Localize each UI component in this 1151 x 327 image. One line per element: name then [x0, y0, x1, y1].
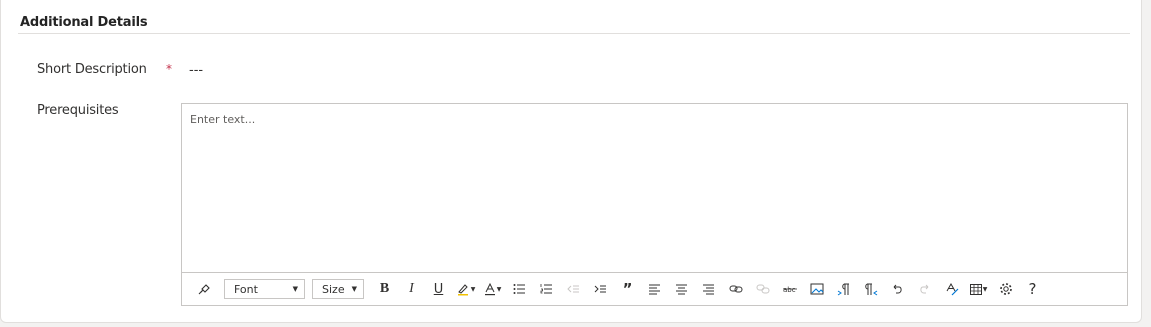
- short-description-label: Short Description: [37, 62, 147, 77]
- bold-button[interactable]: B: [371, 278, 398, 300]
- redo-button[interactable]: [911, 278, 938, 300]
- ltr-icon: [837, 283, 851, 296]
- editor-placeholder: Enter text...: [190, 113, 256, 126]
- align-center-icon: [675, 283, 688, 295]
- align-right-icon: [702, 283, 715, 295]
- unlink-button[interactable]: [749, 278, 776, 300]
- strikethrough-icon: abc: [782, 284, 797, 294]
- additional-details-card: Additional Details Short Description * -…: [0, 0, 1142, 323]
- undo-button[interactable]: [884, 278, 911, 300]
- size-select-label: Size: [322, 282, 345, 296]
- align-center-button[interactable]: [668, 278, 695, 300]
- editor-toolbar: Font ▼ Size ▼ B I U ▼ ▼ ” abc ▼ ?: [182, 272, 1127, 306]
- help-button[interactable]: ?: [1019, 278, 1046, 300]
- chevron-down-icon: ▼: [982, 285, 988, 293]
- align-left-button[interactable]: [641, 278, 668, 300]
- size-select[interactable]: Size ▼: [312, 279, 364, 299]
- clear-format-icon: [945, 282, 959, 296]
- table-icon: [969, 283, 982, 295]
- prerequisites-editor: Enter text... Font ▼ Size ▼ B I U ▼ ▼ ” …: [181, 103, 1128, 306]
- link-icon: [729, 283, 743, 295]
- bulleted-list-icon: [513, 283, 526, 295]
- format-painter-icon: [197, 282, 211, 296]
- redo-icon: [918, 283, 931, 296]
- rtl-button[interactable]: [857, 278, 884, 300]
- section-title: Additional Details: [20, 15, 148, 30]
- prerequisites-text-area[interactable]: Enter text...: [182, 104, 1127, 273]
- numbered-list-icon: [540, 283, 553, 295]
- clear-format-button[interactable]: [938, 278, 965, 300]
- quote-button[interactable]: ”: [614, 278, 641, 300]
- align-left-icon: [648, 283, 661, 295]
- settings-icon: [999, 282, 1013, 296]
- undo-icon: [891, 283, 904, 296]
- rtl-icon: [864, 283, 878, 296]
- align-right-button[interactable]: [695, 278, 722, 300]
- chevron-down-icon: ▼: [292, 285, 298, 293]
- image-icon: [810, 283, 824, 295]
- required-marker: *: [166, 62, 172, 76]
- bulleted-list-button[interactable]: [506, 278, 533, 300]
- section-divider: [18, 33, 1130, 34]
- insert-table-button[interactable]: ▼: [965, 278, 992, 300]
- increase-indent-button[interactable]: [587, 278, 614, 300]
- ltr-button[interactable]: [830, 278, 857, 300]
- decrease-indent-button[interactable]: [560, 278, 587, 300]
- unlink-icon: [756, 283, 770, 295]
- italic-button[interactable]: I: [398, 278, 425, 300]
- strikethrough-button[interactable]: abc: [776, 278, 803, 300]
- font-color-icon: [484, 282, 496, 296]
- font-select[interactable]: Font ▼: [224, 279, 305, 299]
- svg-text:abc: abc: [783, 286, 796, 294]
- decrease-indent-icon: [567, 283, 580, 295]
- underline-button[interactable]: U: [425, 278, 452, 300]
- chevron-down-icon: ▼: [470, 285, 476, 293]
- prerequisites-label: Prerequisites: [37, 103, 119, 118]
- chevron-down-icon: ▼: [351, 285, 357, 293]
- highlight-button[interactable]: ▼: [452, 278, 479, 300]
- chevron-down-icon: ▼: [496, 285, 502, 293]
- insert-image-button[interactable]: [803, 278, 830, 300]
- link-button[interactable]: [722, 278, 749, 300]
- font-select-label: Font: [234, 282, 258, 296]
- format-painter-button[interactable]: [190, 278, 217, 300]
- increase-indent-icon: [594, 283, 607, 295]
- numbered-list-button[interactable]: [533, 278, 560, 300]
- short-description-value: ---: [189, 63, 204, 78]
- settings-button[interactable]: [992, 278, 1019, 300]
- font-color-button[interactable]: ▼: [479, 278, 506, 300]
- highlight-icon: [456, 282, 470, 296]
